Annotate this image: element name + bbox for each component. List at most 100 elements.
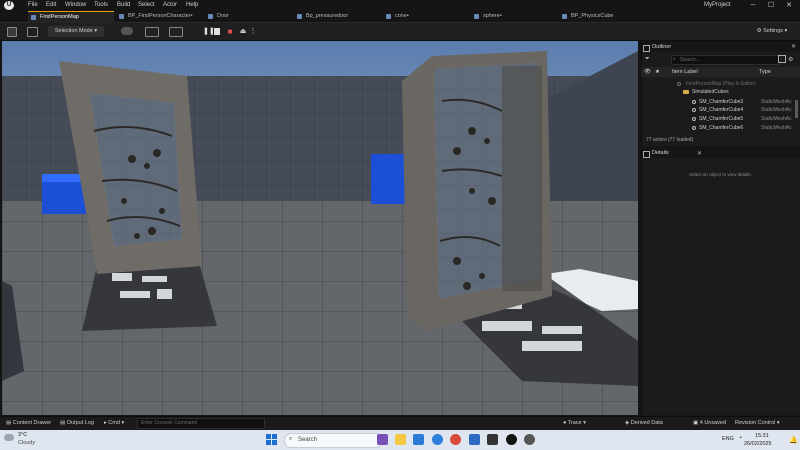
more-options-icon[interactable]: ⋮ [249, 26, 257, 37]
tab-bp-firstpersoncharacter[interactable]: BP_FirstPersonCharacter• [116, 11, 214, 22]
static-mesh-icon [692, 108, 696, 112]
cloud-icon [4, 434, 14, 441]
col-item-label[interactable]: Item Label [672, 67, 698, 77]
row-type: StaticMeshAc [761, 125, 792, 131]
menu-build[interactable]: Build [117, 2, 130, 8]
search-icon: ⌕ [673, 56, 676, 62]
store-icon[interactable] [469, 434, 480, 445]
selection-mode-dropdown[interactable]: Selection Mode ▾ [48, 26, 104, 37]
tab-bp-physicscube[interactable]: BP_PhysicsCube [559, 11, 631, 22]
settings-label: Settings [763, 28, 784, 34]
clock-date[interactable]: 26/02/2025 [744, 441, 772, 447]
output-log-button[interactable]: ▤ Output Log [60, 420, 94, 426]
mesh-icon [474, 14, 479, 19]
menu-actor[interactable]: Actor [163, 2, 177, 8]
close-panel-icon[interactable]: ✕ [697, 150, 702, 157]
file-explorer-icon[interactable] [395, 434, 406, 445]
revision-control-button[interactable]: Revision Control ▾ [735, 420, 780, 426]
main-toolbar [0, 23, 800, 41]
col-type[interactable]: Type [759, 67, 771, 77]
tab-bp-pressuredoor[interactable]: Bp_pressuredoor [294, 11, 376, 22]
outliner-header: Outliner [642, 42, 800, 52]
search-placeholder: Search... [680, 57, 701, 63]
tree-row-folder[interactable]: SimulatedCubes [641, 88, 800, 96]
outliner-column-header: 👁 ★ Item Label Type [641, 67, 800, 77]
add-actor-icon[interactable] [121, 27, 133, 35]
tab-sphere[interactable]: sphere• [471, 11, 527, 22]
tab-cone[interactable]: cone• [383, 11, 435, 22]
menu-help[interactable]: Help [186, 2, 198, 8]
menu-window[interactable]: Window [65, 2, 86, 8]
row-label: FirstPersonMap (Play In Editor) [686, 81, 756, 87]
close-window-button[interactable]: ✕ [780, 0, 798, 11]
tree-row-actor[interactable]: SM_ChamferCube5 StaticMeshAc [641, 115, 800, 123]
language-indicator[interactable]: ENG [722, 436, 734, 442]
unsaved-button[interactable]: ▣ 4 Unsaved [693, 420, 726, 426]
taskbar-search-box[interactable]: Search [284, 433, 383, 448]
wifi-icon[interactable]: ◔ [738, 435, 742, 442]
maximize-button[interactable]: ☐ [762, 0, 780, 11]
blueprint-icon [562, 14, 567, 19]
menu-select[interactable]: Select [138, 2, 155, 8]
tab-label: Bp_pressuredoor [306, 13, 349, 19]
eye-icon[interactable]: 👁 [644, 67, 651, 77]
eject-icon[interactable]: ⏏ [238, 26, 248, 37]
tab-door[interactable]: Door [205, 11, 257, 22]
stop-icon[interactable]: ■ [225, 26, 235, 37]
static-mesh-icon [692, 100, 696, 104]
output-log-label: Output Log [66, 420, 94, 426]
tab-firstpersonmap[interactable]: FirstPersonMap [28, 11, 114, 23]
settings-gear-icon[interactable]: ⚙ [788, 56, 793, 63]
minimize-button[interactable]: ─ [744, 0, 762, 11]
chrome-icon[interactable] [450, 434, 461, 445]
windows-start-icon[interactable] [266, 434, 277, 445]
menu-tools[interactable]: Tools [94, 2, 108, 8]
tree-row-actor[interactable]: SM_ChamferCube3 StaticMeshAc [641, 98, 800, 106]
tree-row-actor[interactable]: SM_ChamferCube4 StaticMeshAc [641, 106, 800, 114]
row-label: SM_ChamferCube3 [699, 99, 744, 105]
save-icon[interactable] [7, 27, 17, 37]
menu-edit[interactable]: Edit [46, 2, 56, 8]
close-panel-icon[interactable]: ✕ [791, 43, 796, 50]
blueprints-icon[interactable] [145, 27, 159, 37]
row-type: StaticMeshAc [761, 116, 792, 122]
filter-icon[interactable]: ⏷ [645, 56, 650, 63]
edge-icon[interactable] [432, 434, 443, 445]
cinematics-icon[interactable] [169, 27, 183, 37]
tree-row-actor[interactable]: SM_ChamferCube6 StaticMeshAc [641, 124, 800, 132]
unreal-logo-icon[interactable]: U [4, 1, 14, 10]
outliner-scrollbar[interactable] [795, 100, 798, 118]
settings-button[interactable]: ⚙ Settings ▾ [752, 26, 792, 37]
outliner-search-input[interactable]: Search... [671, 55, 781, 65]
console-command-input[interactable]: Enter Console Command [137, 418, 265, 429]
star-icon[interactable]: ★ [655, 67, 660, 77]
clock-time[interactable]: 15:31 [755, 433, 769, 439]
row-label: SM_ChamferCube4 [699, 107, 744, 113]
menu-file[interactable]: File [28, 2, 38, 8]
static-mesh-icon [692, 117, 696, 121]
console-placeholder: Enter Console Command [141, 420, 198, 426]
derived-data-button[interactable]: ◈ Derived Data [625, 420, 663, 426]
details-panel: Details [641, 148, 800, 415]
tab-label: FirstPersonMap [40, 14, 79, 20]
content-drawer-button[interactable]: ▤ Content Drawer [6, 420, 51, 426]
cmd-dropdown[interactable]: ▸ Cmd ▾ [104, 420, 124, 426]
weather-temperature[interactable]: 3°C [18, 432, 27, 438]
trace-dropdown[interactable]: ● Trace ▾ [563, 420, 586, 426]
blueprint-icon [208, 14, 213, 19]
level-viewport[interactable] [2, 41, 638, 415]
level-icon [31, 15, 36, 20]
app-icon-2[interactable] [524, 434, 535, 445]
pause-icon[interactable]: ❚❚ [203, 26, 215, 37]
weather-condition[interactable]: Cloudy [18, 440, 35, 446]
notification-icon[interactable]: 🔔 [789, 436, 798, 444]
content-icon[interactable] [27, 27, 38, 37]
task-view-icon[interactable] [377, 434, 388, 445]
frame-skip-icon[interactable] [214, 28, 220, 35]
epic-games-icon[interactable] [487, 434, 498, 445]
unreal-editor-icon[interactable] [506, 434, 517, 445]
add-folder-icon[interactable] [778, 55, 786, 63]
row-type: StaticMeshAc [761, 99, 792, 105]
tree-row-world[interactable]: FirstPersonMap (Play In Editor) [641, 80, 800, 88]
app-icon[interactable] [413, 434, 424, 445]
